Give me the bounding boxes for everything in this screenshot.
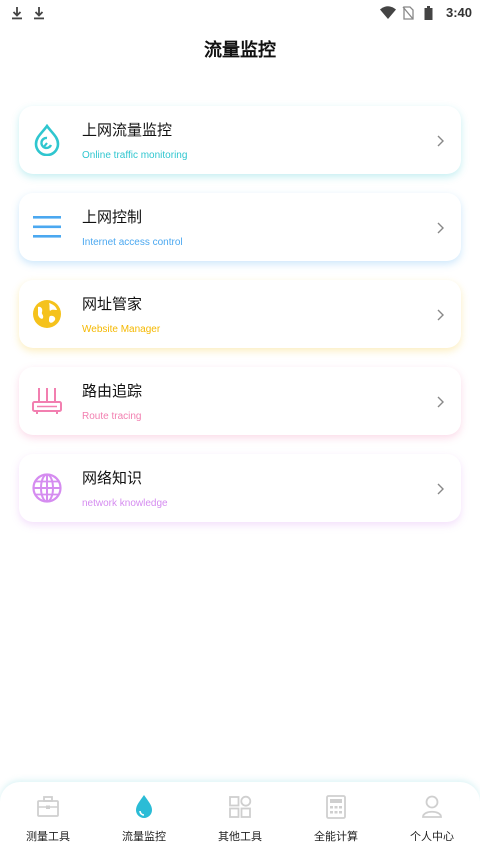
chevron-right-icon — [435, 133, 445, 147]
nav-item-measure-tools[interactable]: 测量工具 — [0, 794, 96, 844]
card-title: 上网控制 — [82, 208, 143, 226]
status-time: 3:40 — [445, 4, 472, 20]
nav-item-other-tools[interactable]: 其他工具 — [192, 794, 288, 844]
chevron-right-icon — [435, 307, 445, 321]
card-title: 网址管家 — [82, 295, 143, 313]
globe-grid-icon — [31, 472, 63, 504]
person-icon — [419, 794, 445, 820]
card-route-tracing[interactable]: 路由追踪 Route tracing — [19, 367, 461, 435]
nav-label: 其他工具 — [218, 830, 262, 843]
calculator-icon — [323, 794, 349, 820]
bottom-nav: 测量工具 流量监控 其他工具 全能计算 个人中心 — [0, 782, 480, 854]
nav-item-calculator[interactable]: 全能计算 — [288, 794, 384, 844]
card-subtitle: Website Manager — [82, 324, 161, 335]
chevron-right-icon — [435, 394, 445, 408]
no-sim-icon — [402, 5, 416, 20]
card-internet-access-control[interactable]: 上网控制 Internet access control — [19, 193, 461, 261]
card-subtitle: Internet access control — [82, 237, 183, 248]
download-icon — [32, 5, 46, 20]
card-network-knowledge[interactable]: 网络知识 network knowledge — [19, 454, 461, 522]
grid-icon — [227, 794, 253, 820]
chevron-right-icon — [435, 220, 445, 234]
nav-label: 流量监控 — [122, 830, 166, 843]
toolbox-icon — [35, 794, 61, 820]
drop-icon — [131, 794, 157, 820]
menu-lines-icon — [31, 211, 63, 243]
card-title: 上网流量监控 — [82, 121, 173, 139]
card-subtitle: Route tracing — [82, 411, 142, 422]
nav-item-traffic-monitor[interactable]: 流量监控 — [96, 794, 192, 844]
status-bar: 3:40 — [0, 0, 480, 24]
download-icon — [10, 5, 24, 20]
page-title: 流量监控 — [204, 40, 276, 61]
nav-item-personal-center[interactable]: 个人中心 — [384, 794, 480, 844]
wifi-icon — [379, 5, 396, 19]
card-subtitle: Online traffic monitoring — [82, 150, 188, 161]
nav-label: 全能计算 — [314, 830, 358, 843]
card-title: 路由追踪 — [82, 382, 143, 400]
card-subtitle: network knowledge — [82, 498, 168, 509]
router-icon — [31, 385, 63, 417]
card-online-traffic-monitoring[interactable]: 上网流量监控 Online traffic monitoring — [19, 106, 461, 174]
feature-list: 上网流量监控 Online traffic monitoring 上网控制 In… — [19, 106, 461, 541]
nav-label: 个人中心 — [410, 830, 454, 843]
card-website-manager[interactable]: 网址管家 Website Manager — [19, 280, 461, 348]
nav-label: 测量工具 — [26, 830, 70, 843]
chevron-right-icon — [435, 481, 445, 495]
battery-icon — [424, 5, 438, 20]
globe-map-icon — [31, 298, 63, 330]
card-title: 网络知识 — [82, 469, 143, 487]
drop-icon — [31, 124, 63, 156]
